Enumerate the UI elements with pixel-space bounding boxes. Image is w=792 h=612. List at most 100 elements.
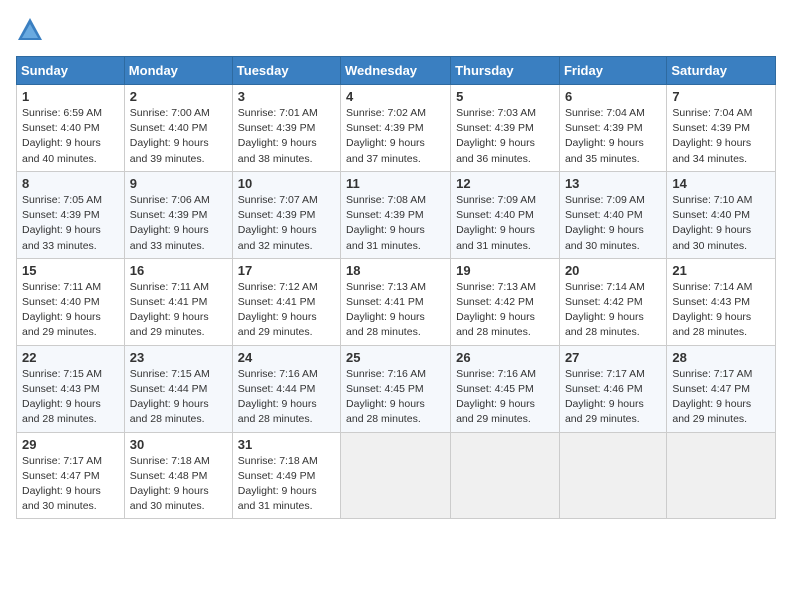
day-info: Sunrise: 7:17 AM Sunset: 4:46 PM Dayligh… [565,367,661,428]
day-number: 19 [456,263,554,278]
calendar-cell: 9 Sunrise: 7:06 AM Sunset: 4:39 PM Dayli… [124,171,232,258]
day-number: 22 [22,350,119,365]
day-info: Sunrise: 7:18 AM Sunset: 4:48 PM Dayligh… [130,454,227,515]
day-number: 12 [456,176,554,191]
calendar-cell: 27 Sunrise: 7:17 AM Sunset: 4:46 PM Dayl… [559,345,666,432]
calendar-cell: 31 Sunrise: 7:18 AM Sunset: 4:49 PM Dayl… [232,432,340,519]
day-number: 30 [130,437,227,452]
day-info: Sunrise: 7:04 AM Sunset: 4:39 PM Dayligh… [565,106,661,167]
logo-icon [16,16,44,44]
calendar-cell: 18 Sunrise: 7:13 AM Sunset: 4:41 PM Dayl… [341,258,451,345]
calendar-cell: 12 Sunrise: 7:09 AM Sunset: 4:40 PM Dayl… [451,171,560,258]
day-info: Sunrise: 7:17 AM Sunset: 4:47 PM Dayligh… [22,454,119,515]
day-info: Sunrise: 7:03 AM Sunset: 4:39 PM Dayligh… [456,106,554,167]
calendar-cell: 17 Sunrise: 7:12 AM Sunset: 4:41 PM Dayl… [232,258,340,345]
weekday-header: Monday [124,57,232,85]
calendar-cell: 22 Sunrise: 7:15 AM Sunset: 4:43 PM Dayl… [17,345,125,432]
day-number: 6 [565,89,661,104]
day-number: 20 [565,263,661,278]
calendar-cell: 5 Sunrise: 7:03 AM Sunset: 4:39 PM Dayli… [451,85,560,172]
calendar-cell: 8 Sunrise: 7:05 AM Sunset: 4:39 PM Dayli… [17,171,125,258]
calendar-week-row: 22 Sunrise: 7:15 AM Sunset: 4:43 PM Dayl… [17,345,776,432]
calendar-week-row: 15 Sunrise: 7:11 AM Sunset: 4:40 PM Dayl… [17,258,776,345]
calendar-cell: 29 Sunrise: 7:17 AM Sunset: 4:47 PM Dayl… [17,432,125,519]
page-header [16,16,776,44]
day-number: 1 [22,89,119,104]
weekday-header: Saturday [667,57,776,85]
day-info: Sunrise: 7:15 AM Sunset: 4:43 PM Dayligh… [22,367,119,428]
day-number: 21 [672,263,770,278]
calendar-cell: 28 Sunrise: 7:17 AM Sunset: 4:47 PM Dayl… [667,345,776,432]
calendar-cell: 20 Sunrise: 7:14 AM Sunset: 4:42 PM Dayl… [559,258,666,345]
day-info: Sunrise: 7:09 AM Sunset: 4:40 PM Dayligh… [456,193,554,254]
day-number: 9 [130,176,227,191]
day-number: 11 [346,176,445,191]
calendar-cell: 4 Sunrise: 7:02 AM Sunset: 4:39 PM Dayli… [341,85,451,172]
day-info: Sunrise: 7:13 AM Sunset: 4:41 PM Dayligh… [346,280,445,341]
day-info: Sunrise: 7:14 AM Sunset: 4:43 PM Dayligh… [672,280,770,341]
day-info: Sunrise: 7:11 AM Sunset: 4:41 PM Dayligh… [130,280,227,341]
logo [16,16,48,44]
day-info: Sunrise: 7:17 AM Sunset: 4:47 PM Dayligh… [672,367,770,428]
weekday-header: Wednesday [341,57,451,85]
calendar-week-row: 29 Sunrise: 7:17 AM Sunset: 4:47 PM Dayl… [17,432,776,519]
day-info: Sunrise: 7:01 AM Sunset: 4:39 PM Dayligh… [238,106,335,167]
weekday-header: Sunday [17,57,125,85]
day-info: Sunrise: 7:02 AM Sunset: 4:39 PM Dayligh… [346,106,445,167]
day-number: 16 [130,263,227,278]
day-info: Sunrise: 6:59 AM Sunset: 4:40 PM Dayligh… [22,106,119,167]
calendar-cell: 24 Sunrise: 7:16 AM Sunset: 4:44 PM Dayl… [232,345,340,432]
day-info: Sunrise: 7:18 AM Sunset: 4:49 PM Dayligh… [238,454,335,515]
calendar-cell: 14 Sunrise: 7:10 AM Sunset: 4:40 PM Dayl… [667,171,776,258]
day-number: 8 [22,176,119,191]
day-number: 15 [22,263,119,278]
day-info: Sunrise: 7:11 AM Sunset: 4:40 PM Dayligh… [22,280,119,341]
calendar-cell: 13 Sunrise: 7:09 AM Sunset: 4:40 PM Dayl… [559,171,666,258]
day-number: 27 [565,350,661,365]
calendar-cell [559,432,666,519]
calendar-cell: 10 Sunrise: 7:07 AM Sunset: 4:39 PM Dayl… [232,171,340,258]
calendar-week-row: 8 Sunrise: 7:05 AM Sunset: 4:39 PM Dayli… [17,171,776,258]
day-number: 29 [22,437,119,452]
calendar-cell: 30 Sunrise: 7:18 AM Sunset: 4:48 PM Dayl… [124,432,232,519]
calendar-table: SundayMondayTuesdayWednesdayThursdayFrid… [16,56,776,519]
calendar-cell: 21 Sunrise: 7:14 AM Sunset: 4:43 PM Dayl… [667,258,776,345]
day-info: Sunrise: 7:08 AM Sunset: 4:39 PM Dayligh… [346,193,445,254]
calendar-cell: 1 Sunrise: 6:59 AM Sunset: 4:40 PM Dayli… [17,85,125,172]
calendar-cell [341,432,451,519]
day-number: 17 [238,263,335,278]
day-number: 24 [238,350,335,365]
day-number: 31 [238,437,335,452]
day-info: Sunrise: 7:00 AM Sunset: 4:40 PM Dayligh… [130,106,227,167]
calendar-cell [451,432,560,519]
day-info: Sunrise: 7:10 AM Sunset: 4:40 PM Dayligh… [672,193,770,254]
day-number: 3 [238,89,335,104]
day-info: Sunrise: 7:09 AM Sunset: 4:40 PM Dayligh… [565,193,661,254]
calendar-cell: 6 Sunrise: 7:04 AM Sunset: 4:39 PM Dayli… [559,85,666,172]
day-info: Sunrise: 7:14 AM Sunset: 4:42 PM Dayligh… [565,280,661,341]
day-info: Sunrise: 7:16 AM Sunset: 4:44 PM Dayligh… [238,367,335,428]
day-number: 4 [346,89,445,104]
day-number: 5 [456,89,554,104]
day-number: 18 [346,263,445,278]
calendar-cell: 7 Sunrise: 7:04 AM Sunset: 4:39 PM Dayli… [667,85,776,172]
day-number: 10 [238,176,335,191]
day-info: Sunrise: 7:15 AM Sunset: 4:44 PM Dayligh… [130,367,227,428]
calendar-cell: 25 Sunrise: 7:16 AM Sunset: 4:45 PM Dayl… [341,345,451,432]
calendar-header-row: SundayMondayTuesdayWednesdayThursdayFrid… [17,57,776,85]
day-number: 13 [565,176,661,191]
day-info: Sunrise: 7:16 AM Sunset: 4:45 PM Dayligh… [346,367,445,428]
weekday-header: Friday [559,57,666,85]
day-number: 23 [130,350,227,365]
day-info: Sunrise: 7:06 AM Sunset: 4:39 PM Dayligh… [130,193,227,254]
day-info: Sunrise: 7:13 AM Sunset: 4:42 PM Dayligh… [456,280,554,341]
calendar-cell: 26 Sunrise: 7:16 AM Sunset: 4:45 PM Dayl… [451,345,560,432]
calendar-cell: 15 Sunrise: 7:11 AM Sunset: 4:40 PM Dayl… [17,258,125,345]
weekday-header: Thursday [451,57,560,85]
day-number: 28 [672,350,770,365]
day-number: 2 [130,89,227,104]
calendar-cell: 2 Sunrise: 7:00 AM Sunset: 4:40 PM Dayli… [124,85,232,172]
day-info: Sunrise: 7:04 AM Sunset: 4:39 PM Dayligh… [672,106,770,167]
calendar-cell: 11 Sunrise: 7:08 AM Sunset: 4:39 PM Dayl… [341,171,451,258]
day-number: 26 [456,350,554,365]
